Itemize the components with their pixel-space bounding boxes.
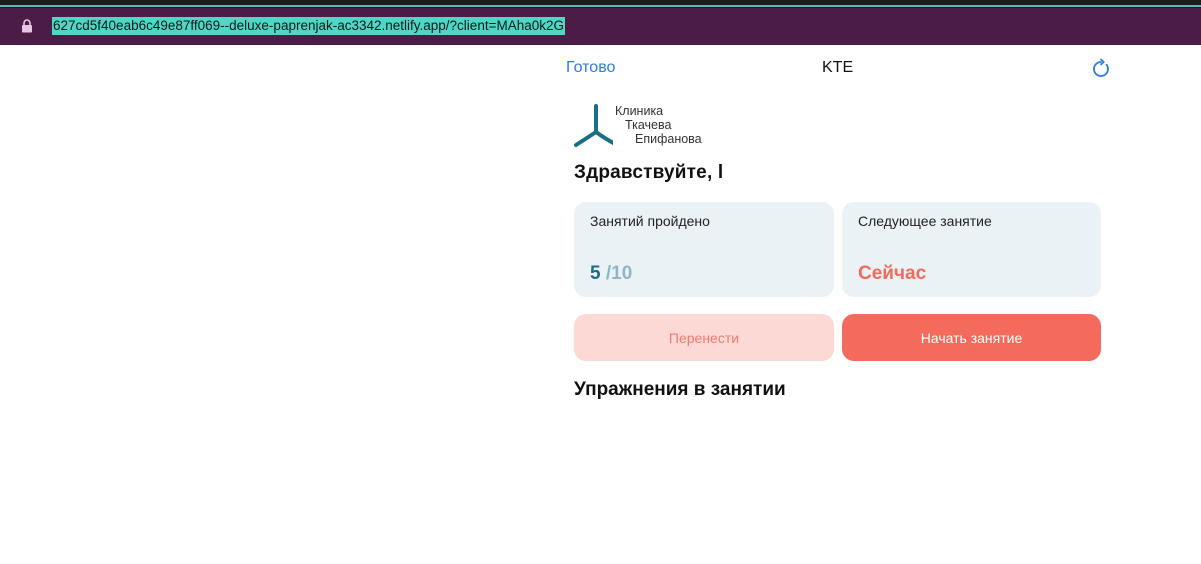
logo-mark-icon [574,104,613,147]
lock-icon [21,19,33,33]
completed-sessions-value: 5 /10 [590,263,632,285]
completed-sessions-card: Занятий пройдено 5 /10 [574,202,834,297]
completed-count: 5 [590,263,601,284]
done-button[interactable]: Готово [566,59,615,77]
next-session-value: Сейчас [858,263,927,284]
next-session-label: Следующее занятие [858,213,992,229]
nav-title: KTE [822,59,854,76]
logo-text-line-2: Ткачева [625,118,672,132]
browser-top-strip [0,0,1201,8]
next-session-card: Следующее занятие Сейчас [842,202,1101,297]
reload-icon[interactable] [1090,58,1112,80]
logo-text-line-1: Клиника [615,104,664,118]
browser-address-bar: 627cd5f40eab6c49e87ff069--deluxe-paprenj… [0,8,1201,45]
exercises-section-title: Упражнения в занятии [574,379,786,400]
app-navigation-bar: Готово KTE [566,56,1112,82]
completed-sessions-label: Занятий пройдено [590,213,710,229]
greeting-heading: Здравствуйте, l [574,162,724,183]
logo-text-line-3: Епифанова [635,132,702,146]
address-url[interactable]: 627cd5f40eab6c49e87ff069--deluxe-paprenj… [52,17,565,35]
total-count: /10 [605,263,633,284]
start-session-button[interactable]: Начать занятие [842,314,1101,361]
reschedule-button[interactable]: Перенести [574,314,834,361]
clinic-logo: Клиника Ткачева Епифанова [573,104,713,148]
